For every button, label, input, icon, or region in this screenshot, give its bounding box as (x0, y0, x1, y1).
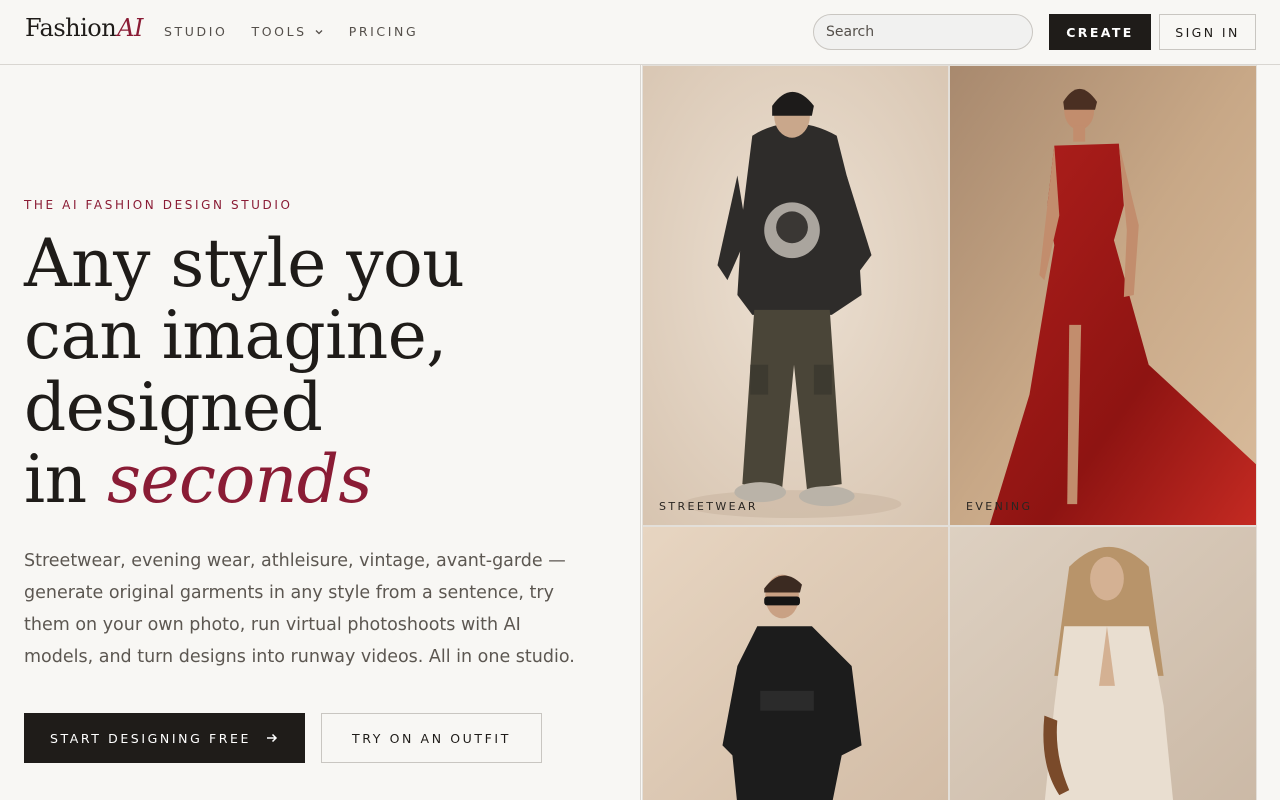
arrow-right-icon (267, 733, 278, 743)
nav-tools-label: TOOLS (251, 24, 307, 39)
gallery-tile-evening[interactable]: EVENING (949, 65, 1257, 526)
nav-tools[interactable]: TOOLS (251, 24, 324, 39)
headline-line-4: in seconds (24, 444, 614, 516)
evening-photo (950, 66, 1256, 525)
sign-in-button[interactable]: SIGN IN (1159, 14, 1256, 50)
hero-description: Streetwear, evening wear, athleisure, vi… (24, 551, 575, 667)
hero-headline: Any style you can imagine, designed in s… (24, 228, 614, 516)
top-nav-bar: FashionAI STUDIO TOOLS PRICING CREATE SI… (0, 0, 1280, 65)
nav-studio-label: STUDIO (164, 24, 228, 39)
tile-label-streetwear: STREETWEAR (659, 500, 758, 513)
headline-line-3: designed (24, 369, 323, 446)
streetwear-photo (643, 66, 948, 525)
main-nav: STUDIO TOOLS PRICING (164, 24, 418, 39)
gallery-tile-streetwear[interactable]: STREETWEAR (642, 65, 949, 526)
headline-line-1: Any style you (24, 225, 465, 302)
nav-pricing-label: PRICING (348, 24, 419, 39)
logo-accent: AI (117, 14, 143, 42)
headline-accent: seconds (107, 441, 372, 518)
headline-in: in (24, 441, 87, 518)
search-input[interactable] (813, 14, 1033, 50)
nav-studio[interactable]: STUDIO (164, 24, 227, 39)
chevron-down-icon (315, 29, 323, 34)
nav-pricing[interactable]: PRICING (349, 24, 419, 39)
start-designing-label: START DESIGNING FREE (49, 730, 252, 746)
start-designing-button[interactable]: START DESIGNING FREE (24, 713, 305, 763)
techwear-photo (643, 527, 948, 800)
try-on-outfit-button[interactable]: TRY ON AN OUTFIT (321, 713, 542, 763)
gallery-tile-techwear[interactable] (642, 526, 949, 800)
gallery-tile-boho[interactable] (949, 526, 1257, 800)
brand-logo[interactable]: FashionAI (25, 14, 143, 42)
boho-photo (950, 527, 1256, 800)
style-gallery: STREETWEAR EVENING (640, 65, 1257, 800)
headline-line-2: can imagine, (24, 297, 447, 374)
logo-text: Fashion (25, 14, 117, 42)
tile-label-evening: EVENING (966, 500, 1033, 513)
hero-eyebrow: THE AI FASHION DESIGN STUDIO (24, 198, 293, 212)
create-button[interactable]: CREATE (1049, 14, 1151, 50)
